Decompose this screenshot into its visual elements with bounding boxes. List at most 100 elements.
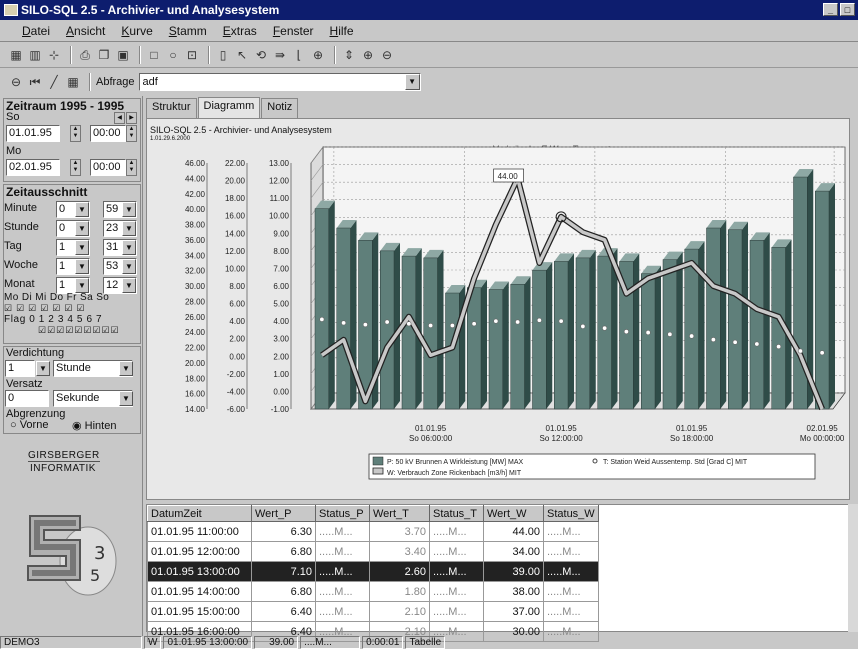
table-cell[interactable]: .....M... xyxy=(315,601,370,622)
pane-icon[interactable]: ▯ xyxy=(215,47,231,63)
menu-fenster[interactable]: Fenster xyxy=(273,24,314,38)
table-cell[interactable]: 7.10 xyxy=(251,561,316,582)
table-cell[interactable]: 01.01.95 15:00:00 xyxy=(147,601,252,622)
menu-kurve[interactable]: Kurve xyxy=(121,24,152,38)
column-header[interactable]: Status_P xyxy=(315,505,370,522)
app-icon[interactable] xyxy=(4,4,18,16)
chart-panel[interactable]: SILO-SQL 2.5 - Archivier- und Analysesys… xyxy=(146,118,850,500)
pointer-icon[interactable]: ↖ xyxy=(234,47,250,63)
table-cell[interactable]: 39.00 xyxy=(483,561,544,582)
table-cell[interactable]: 3.40 xyxy=(369,541,430,562)
end-time-spin[interactable]: ▲ ▼ xyxy=(126,159,137,176)
table-cell[interactable]: 6.40 xyxy=(251,601,316,622)
table-cell[interactable]: .....M... xyxy=(543,561,599,582)
minimize-button[interactable]: _ xyxy=(823,3,838,16)
maximize-button[interactable]: □ xyxy=(840,3,855,16)
table-cell[interactable]: 38.00 xyxy=(483,581,544,602)
save-icon[interactable]: ▣ xyxy=(115,47,131,63)
chevron-down-icon[interactable]: ▼ xyxy=(404,74,420,90)
forward-icon[interactable]: ⇛ xyxy=(272,47,288,63)
table-cell[interactable]: 01.01.95 12:00:00 xyxy=(147,541,252,562)
grid-icon[interactable]: ▦ xyxy=(65,74,81,90)
frame-icon[interactable]: ⊡ xyxy=(184,47,200,63)
table-cell[interactable]: 2.60 xyxy=(369,561,430,582)
circle-icon[interactable]: ○ xyxy=(165,47,181,63)
table-row[interactable]: 01.01.95 14:00:00 6.80 .....M... 1.80 .....M… xyxy=(147,581,599,602)
menu-hilfe[interactable]: Hilfe xyxy=(330,24,354,38)
range-to-dropdown[interactable]: ▼ xyxy=(122,221,136,236)
range-from-dropdown[interactable]: ▼ xyxy=(75,240,89,255)
column-header[interactable]: Wert_P xyxy=(251,505,316,522)
select-icon[interactable]: ⌊ xyxy=(291,47,307,63)
table-cell[interactable]: .....M... xyxy=(543,541,599,562)
menu-stamm[interactable]: Stamm xyxy=(169,24,207,38)
table-cell[interactable]: 01.01.95 11:00:00 xyxy=(147,521,252,542)
chart-icon[interactable]: ▥ xyxy=(27,47,43,63)
table-cell[interactable]: 3.70 xyxy=(369,521,430,542)
table-cell[interactable]: .....M... xyxy=(429,581,484,602)
start-time-spin[interactable]: ▲ ▼ xyxy=(126,125,137,142)
tab-struktur[interactable]: Struktur xyxy=(146,98,197,118)
column-header[interactable]: Wert_T xyxy=(369,505,430,522)
menu-extras[interactable]: Extras xyxy=(223,24,257,38)
table-cell[interactable]: .....M... xyxy=(429,521,484,542)
table-row[interactable]: 01.01.95 13:00:00 7.10 .....M... 2.60 .....M… xyxy=(147,561,599,582)
rect-icon[interactable]: □ xyxy=(146,47,162,63)
menu-datei[interactable]: Datei xyxy=(22,24,50,38)
table-cell[interactable]: 44.00 xyxy=(483,521,544,542)
end-date-spin[interactable]: ▲ ▼ xyxy=(70,159,81,176)
table-cell[interactable]: 1.80 xyxy=(369,581,430,602)
zoom-icon[interactable]: ⊕ xyxy=(310,47,326,63)
column-header[interactable]: Status_T xyxy=(429,505,484,522)
range-from-dropdown[interactable]: ▼ xyxy=(75,259,89,274)
table-cell[interactable]: 6.30 xyxy=(251,521,316,542)
column-header[interactable]: Wert_W xyxy=(483,505,544,522)
column-header[interactable]: DatumZeit xyxy=(147,505,252,522)
table-cell[interactable]: 01.01.95 13:00:00 xyxy=(147,561,252,582)
table-cell[interactable]: .....M... xyxy=(543,521,599,542)
tab-diagramm[interactable]: Diagramm xyxy=(197,97,261,118)
verdichtung-unit-dropdown[interactable]: ▼ xyxy=(119,361,133,376)
table-cell[interactable]: .....M... xyxy=(543,581,599,602)
range-to-dropdown[interactable]: ▼ xyxy=(122,259,136,274)
table-cell[interactable]: .....M... xyxy=(315,581,370,602)
table-row[interactable]: 01.01.95 12:00:00 6.80 .....M... 3.40 .....M… xyxy=(147,541,599,562)
zoom-out-icon[interactable]: ⊖ xyxy=(379,47,395,63)
table-row[interactable]: 01.01.95 15:00:00 6.40 .....M... 2.10 .....M… xyxy=(147,601,599,622)
range-from-dropdown[interactable]: ▼ xyxy=(75,278,89,293)
weekday-checkboxes[interactable]: ☑☑☑☑☑☑☑ xyxy=(4,303,88,314)
table-row[interactable]: 01.01.95 11:00:00 6.30 .....M... 3.70 .....M… xyxy=(147,521,599,542)
vertical-arrows-icon[interactable]: ⇕ xyxy=(341,47,357,63)
edit-icon[interactable]: ╱ xyxy=(46,74,62,90)
range-to-dropdown[interactable]: ▼ xyxy=(122,202,136,217)
table-cell[interactable]: 2.10 xyxy=(369,601,430,622)
column-header[interactable]: Status_W xyxy=(543,505,599,522)
table-cell[interactable]: 6.80 xyxy=(251,541,316,562)
table-scrollbar[interactable] xyxy=(848,504,858,632)
end-time-field[interactable]: 00:00 xyxy=(90,159,126,176)
range-to-dropdown[interactable]: ▼ xyxy=(122,240,136,255)
range-from-dropdown[interactable]: ▼ xyxy=(75,202,89,217)
table-cell[interactable]: 6.80 xyxy=(251,581,316,602)
prev-arrow-icon[interactable]: ◀ xyxy=(114,112,125,124)
start-date-spin[interactable]: ▲ ▼ xyxy=(70,125,81,142)
tab-notiz[interactable]: Notiz xyxy=(261,98,299,118)
radio-hinten[interactable]: ◉ Hinten xyxy=(72,419,116,432)
tree-icon[interactable]: ⊹ xyxy=(46,47,62,63)
verdichtung-value[interactable]: 1 xyxy=(5,360,35,377)
table-cell[interactable]: .....M... xyxy=(429,561,484,582)
first-record-icon[interactable]: ⏮ xyxy=(27,74,43,90)
print-icon[interactable]: ⎙ xyxy=(77,47,93,63)
versatz-unit-dropdown[interactable]: ▼ xyxy=(119,391,133,406)
table-cell[interactable]: .....M... xyxy=(543,601,599,622)
table-cell[interactable]: .....M... xyxy=(315,521,370,542)
next-arrow-icon[interactable]: ▶ xyxy=(126,112,137,124)
range-from-dropdown[interactable]: ▼ xyxy=(75,221,89,236)
radio-vorne[interactable]: ○ Vorne xyxy=(10,419,48,431)
table-cell[interactable]: .....M... xyxy=(315,541,370,562)
start-time-field[interactable]: 00:00 xyxy=(90,125,126,142)
start-date-field[interactable]: 01.01.95 xyxy=(6,125,60,142)
rotate-icon[interactable]: ⟲ xyxy=(253,47,269,63)
table-cell[interactable]: .....M... xyxy=(315,561,370,582)
copy-icon[interactable]: ❐ xyxy=(96,47,112,63)
